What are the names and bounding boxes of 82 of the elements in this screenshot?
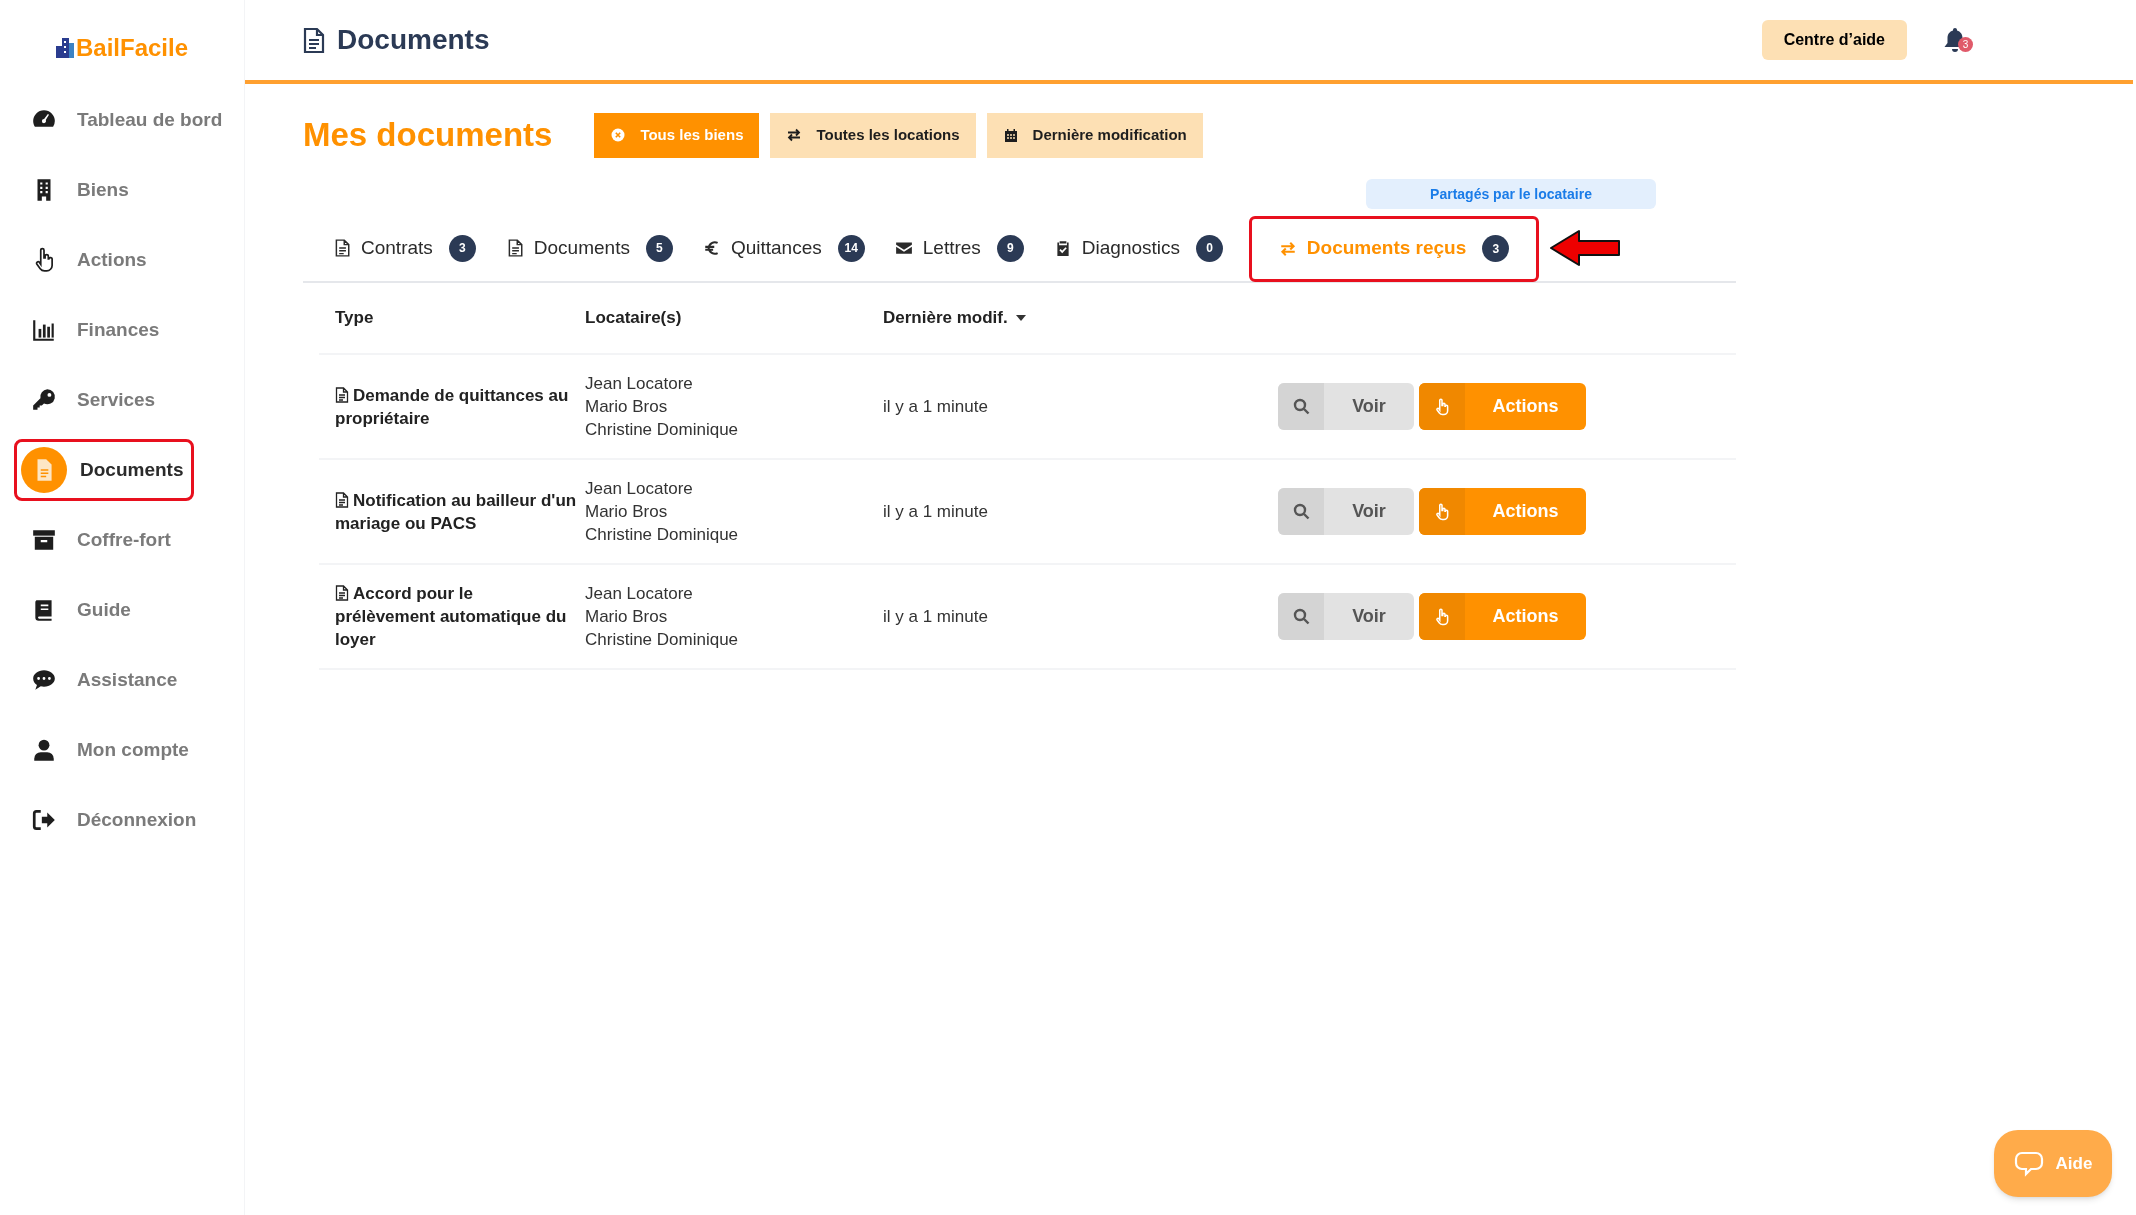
column-header: Locataire(s) [585, 307, 683, 330]
tab-note: Partagés par le locataire [1366, 179, 1656, 209]
clear-icon [610, 127, 627, 143]
actions-button[interactable]: Actions [1419, 383, 1586, 430]
tab[interactable]: Documents 5 [501, 215, 677, 281]
file-icon [335, 491, 349, 508]
sidebar-item[interactable]: Assistance [14, 656, 230, 704]
modified-time: il y a 1 minute [883, 605, 989, 628]
user-icon [31, 737, 57, 763]
euro-icon [702, 239, 721, 257]
tenant-name: Christine Dominique [585, 419, 740, 441]
count-badge: 0 [1196, 234, 1224, 262]
count-badge: 3 [1482, 235, 1510, 262]
search-icon [1292, 608, 1310, 625]
sidebar-item[interactable]: Guide [14, 586, 230, 634]
actions-button[interactable]: Actions [1419, 593, 1586, 640]
sidebar-item[interactable]: Biens [14, 166, 230, 214]
page-header-title: Documents [337, 23, 490, 57]
tenant-name: Mario Bros [585, 501, 669, 523]
tab[interactable]: Quittances 14 [698, 215, 869, 281]
notification-badge: 3 [1958, 37, 1973, 52]
tenant-name: Jean Locatore [585, 373, 694, 395]
logout-icon [31, 807, 57, 833]
speech-bubble-icon [31, 667, 57, 693]
archive-box-icon [31, 527, 57, 553]
modified-time: il y a 1 minute [883, 500, 989, 523]
file-icon [333, 239, 351, 257]
document-type: Notification au bailleur d'un mariage ou PACS [335, 489, 578, 535]
file-icon [303, 26, 325, 54]
bar-chart-icon [31, 317, 57, 343]
chat-bubble-icon [2013, 1149, 2044, 1178]
tenant-name: Christine Dominique [585, 629, 740, 651]
tab[interactable]: Lettres 9 [890, 215, 1028, 281]
document-type: Demande de quittances au propriétaire [335, 384, 570, 430]
file-icon [335, 386, 349, 403]
search-icon [1292, 398, 1310, 415]
count-badge: 3 [448, 234, 476, 262]
sidebar-item[interactable]: Mon compte [14, 726, 230, 774]
logo-text: BailFacile [75, 33, 189, 63]
tenant-name: Jean Locatore [585, 583, 694, 605]
tab[interactable]: Diagnostics 0 [1049, 215, 1228, 281]
count-badge: 14 [837, 234, 865, 262]
sort-column-header[interactable]: Dernière modif. [883, 305, 1183, 331]
tenant-name: Mario Bros [585, 396, 669, 418]
sidebar-item[interactable]: Déconnexion [14, 796, 230, 844]
modified-time: il y a 1 minute [883, 395, 989, 418]
filter-button[interactable]: Toutes les locations [770, 112, 976, 158]
notification-button[interactable]: 3 [1943, 24, 1973, 56]
logo-icon [55, 38, 74, 58]
view-button[interactable]: Voir [1278, 593, 1414, 640]
help-center-button[interactable]: Centre d’aide [1761, 20, 1907, 60]
sidebar-item[interactable]: Documents [14, 439, 194, 501]
filter-button[interactable]: Tous les biens [594, 112, 760, 158]
file-icon [335, 585, 349, 601]
sidebar-item[interactable]: Services [14, 376, 230, 424]
tenant-name: Christine Dominique [585, 524, 740, 546]
page-title: Mes documents [303, 115, 553, 156]
sidebar-item[interactable]: Actions [14, 236, 230, 284]
envelope-icon [894, 239, 913, 257]
count-badge: 9 [996, 234, 1024, 262]
sort-caret-icon [1015, 315, 1026, 321]
search-icon [1292, 503, 1310, 520]
count-badge: 5 [645, 234, 673, 262]
view-button[interactable]: Voir [1278, 383, 1414, 430]
calendar-icon [1002, 127, 1019, 143]
key-icon [31, 387, 57, 413]
document-type: Accord pour le prélèvement automatique du loyer [335, 583, 568, 651]
tab[interactable]: Documents reçus 3 [1249, 215, 1540, 282]
filter-button[interactable]: Dernière modification [986, 112, 1203, 158]
pointing-hand-icon [1433, 397, 1451, 416]
sidebar-item[interactable]: Coffre-fort [14, 516, 230, 564]
sidebar-item[interactable]: Finances [14, 306, 230, 354]
view-button[interactable]: Voir [1278, 488, 1414, 535]
sidebar-item[interactable]: Tableau de bord [14, 96, 230, 144]
actions-button[interactable]: Actions [1419, 488, 1586, 535]
swap-arrows-icon [786, 127, 803, 143]
column-header: Type [335, 307, 375, 330]
tenant-name: Mario Bros [585, 606, 669, 628]
tenant-name: Jean Locatore [585, 478, 694, 500]
pointing-hand-icon [1433, 607, 1451, 626]
pointing-hand-icon [1433, 502, 1451, 521]
tab[interactable]: Contrats 3 [329, 215, 480, 281]
